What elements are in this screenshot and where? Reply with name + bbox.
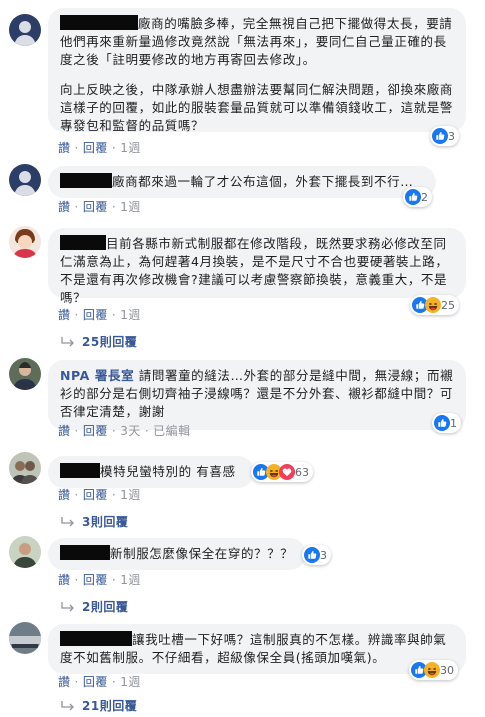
reply-button[interactable]: 回覆: [83, 141, 108, 155]
redacted-author: [60, 631, 132, 646]
timestamp[interactable]: 1週: [120, 488, 141, 502]
redacted-author: [60, 545, 110, 560]
timestamp[interactable]: 1週: [120, 141, 141, 155]
comment-text: 廠商都來過一輪了才公布這個，外套下擺長到不行…: [112, 174, 414, 189]
comment-bubble: 模特兒蠻特別的 有喜感: [48, 456, 254, 488]
like-button[interactable]: 讚: [58, 200, 71, 214]
view-replies-link[interactable]: 3則回覆: [60, 513, 128, 530]
reply-button[interactable]: 回覆: [83, 573, 108, 587]
reply-arrow-icon: [60, 516, 76, 528]
like-icon: [432, 128, 448, 144]
comment-bubble: 讓我吐槽一下好嗎？這制服真的不怎樣。辨識率與帥氣度不如舊制服。不仔細看，超級像保…: [48, 624, 466, 674]
like-button[interactable]: 讚: [58, 488, 71, 502]
reaction-count[interactable]: 63: [251, 462, 313, 482]
reaction-count[interactable]: 3: [430, 126, 459, 146]
like-icon: [434, 415, 450, 431]
reply-button[interactable]: 回覆: [83, 308, 108, 322]
comment-actions: 讚 · 回覆 · 1週: [58, 675, 141, 689]
timestamp[interactable]: 1週: [120, 675, 141, 689]
comment-actions: 讚 · 回覆 · 3天 · 已編輯: [58, 424, 191, 438]
avatar[interactable]: [9, 164, 41, 196]
like-button[interactable]: 讚: [58, 573, 71, 587]
avatar[interactable]: [9, 536, 41, 568]
timestamp[interactable]: 1週: [120, 200, 141, 214]
timestamp[interactable]: 1週: [120, 573, 141, 587]
view-replies-link[interactable]: 21則回覆: [60, 697, 137, 714]
comment-actions: 讚 · 回覆 · 1週: [58, 488, 141, 502]
comment-actions: 讚 · 回覆 · 1週: [58, 141, 141, 155]
comment-bubble: 新制服怎麼像保全在穿的？？？: [48, 538, 306, 570]
view-replies-link[interactable]: 2則回覆: [60, 598, 128, 615]
comment-text: 目前各縣市新式制服都在修改階段，既然要求務必修改至同仁滿意為止，為何趕著4月換裝…: [60, 236, 449, 305]
avatar[interactable]: [9, 358, 41, 390]
reaction-count[interactable]: 25: [410, 295, 459, 315]
redacted-author: [60, 173, 112, 188]
comment-bubble: 廠商的嘴臉多棒，完全無視自己把下擺做得太長，要請他們再來重新量過修改竟然說「無法…: [48, 8, 466, 133]
comment-text: 模特兒蠻特別的 有喜感: [100, 464, 236, 479]
edited-label[interactable]: 已編輯: [153, 424, 191, 438]
reaction-count[interactable]: 30: [409, 660, 458, 680]
reply-button[interactable]: 回覆: [83, 675, 108, 689]
like-icon: [405, 189, 421, 205]
redacted-author: [60, 15, 138, 30]
timestamp[interactable]: 3天: [120, 424, 141, 438]
view-replies-link[interactable]: 25則回覆: [60, 333, 137, 350]
comment-actions: 讚 · 回覆 · 1週: [58, 573, 141, 587]
reply-arrow-icon: [60, 700, 76, 712]
comment-bubble: 目前各縣市新式制服都在修改階段，既然要求務必修改至同仁滿意為止，為何趕著4月換裝…: [48, 228, 466, 305]
comment-author-link[interactable]: NPA 署長室: [60, 368, 134, 383]
haha-icon: [425, 297, 441, 313]
comment-actions: 讚 · 回覆 · 1週: [58, 200, 141, 214]
reply-button[interactable]: 回覆: [83, 488, 108, 502]
comment-text: 新制服怎麼像保全在穿的？？？: [110, 546, 294, 561]
reply-arrow-icon: [60, 336, 76, 348]
reaction-count[interactable]: 3: [302, 545, 331, 565]
like-icon: [304, 547, 320, 563]
comment-bubble: 廠商都來過一輪了才公布這個，外套下擺長到不行…: [48, 166, 436, 198]
comment-text: 向上反映之後，中隊承辦人想盡辦法要幫同仁解決問題，卻換來廠商這樣子的回覆，如此的…: [60, 82, 454, 133]
reaction-count[interactable]: 2: [403, 187, 432, 207]
haha-icon: [424, 662, 440, 678]
avatar[interactable]: [9, 226, 41, 258]
redacted-author: [60, 463, 100, 478]
timestamp[interactable]: 1週: [120, 308, 141, 322]
avatar[interactable]: [9, 452, 41, 484]
like-button[interactable]: 讚: [58, 675, 71, 689]
reaction-count[interactable]: 1: [432, 413, 461, 433]
like-button[interactable]: 讚: [58, 308, 71, 322]
love-icon: [279, 464, 295, 480]
redacted-author: [60, 235, 106, 250]
like-button[interactable]: 讚: [58, 424, 71, 438]
reply-button[interactable]: 回覆: [83, 424, 108, 438]
comment-bubble: NPA 署長室 請問署童的縫法…外套的部分是縫中間，無浸線；而襯衫的部分是右側切…: [48, 360, 466, 430]
avatar[interactable]: [9, 14, 41, 46]
comment-actions: 讚 · 回覆 · 1週: [58, 308, 141, 322]
avatar[interactable]: [9, 622, 41, 654]
reply-arrow-icon: [60, 601, 76, 613]
reply-button[interactable]: 回覆: [83, 200, 108, 214]
like-button[interactable]: 讚: [58, 141, 71, 155]
